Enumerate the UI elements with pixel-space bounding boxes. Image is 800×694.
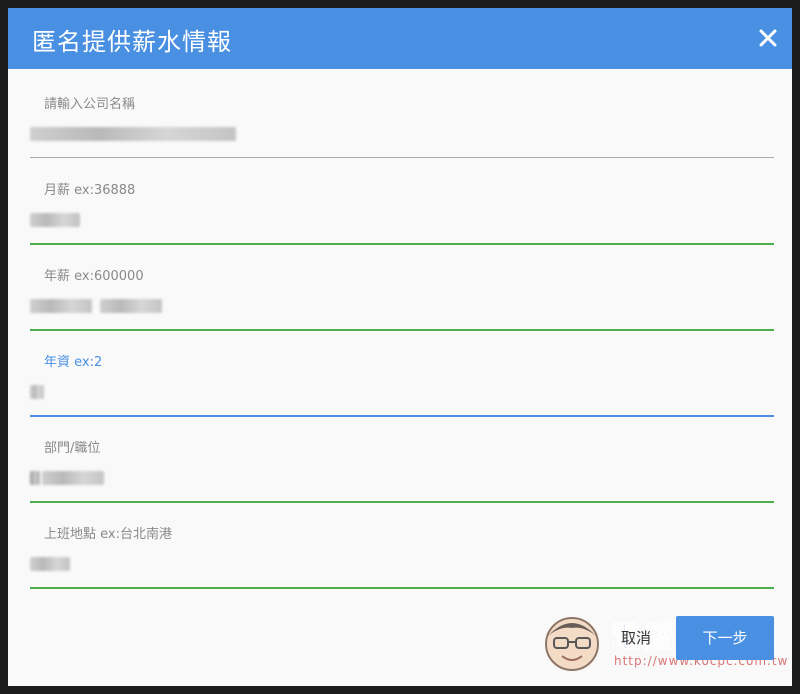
field-underline xyxy=(30,587,774,589)
field-label: 月薪 ex:36888 xyxy=(44,183,136,198)
field-underline xyxy=(30,501,774,503)
field-value-redacted[interactable] xyxy=(30,123,236,145)
work-location-field[interactable]: 上班地點 ex:台北南港 xyxy=(30,523,774,609)
mascot-icon xyxy=(545,617,599,671)
annual-salary-field[interactable]: 年薪 ex:600000 xyxy=(30,265,774,351)
field-value-redacted[interactable] xyxy=(30,553,70,575)
field-underline xyxy=(30,329,774,331)
field-value-redacted[interactable] xyxy=(30,209,80,231)
years-of-service-field[interactable]: 年資 ex:2 xyxy=(30,351,774,437)
field-value-redacted[interactable] xyxy=(30,467,104,489)
salary-report-dialog: 匿名提供薪水情報 請輸入公司名稱 月薪 ex:36888 年薪 ex:60000… xyxy=(8,8,792,686)
company-name-field[interactable]: 請輸入公司名稱 xyxy=(30,93,774,179)
monthly-salary-field[interactable]: 月薪 ex:36888 xyxy=(30,179,774,265)
field-label: 部門/職位 xyxy=(44,441,101,456)
field-value-redacted[interactable] xyxy=(30,381,44,403)
field-label: 年資 ex:2 xyxy=(44,355,103,370)
department-position-field[interactable]: 部門/職位 xyxy=(30,437,774,523)
field-value-redacted[interactable] xyxy=(30,295,162,317)
dialog-title: 匿名提供薪水情報 xyxy=(32,28,232,56)
field-label: 請輸入公司名稱 xyxy=(44,97,136,112)
field-underline xyxy=(30,243,774,245)
field-label: 上班地點 ex:台北南港 xyxy=(44,527,172,542)
dialog-header: 匿名提供薪水情報 xyxy=(8,8,792,69)
field-underline xyxy=(30,157,774,158)
field-underline xyxy=(30,415,774,417)
close-icon[interactable] xyxy=(754,24,782,52)
cancel-button[interactable]: 取消 xyxy=(604,620,668,656)
next-button[interactable]: 下一步 xyxy=(676,616,774,660)
field-label: 年薪 ex:600000 xyxy=(44,269,144,284)
